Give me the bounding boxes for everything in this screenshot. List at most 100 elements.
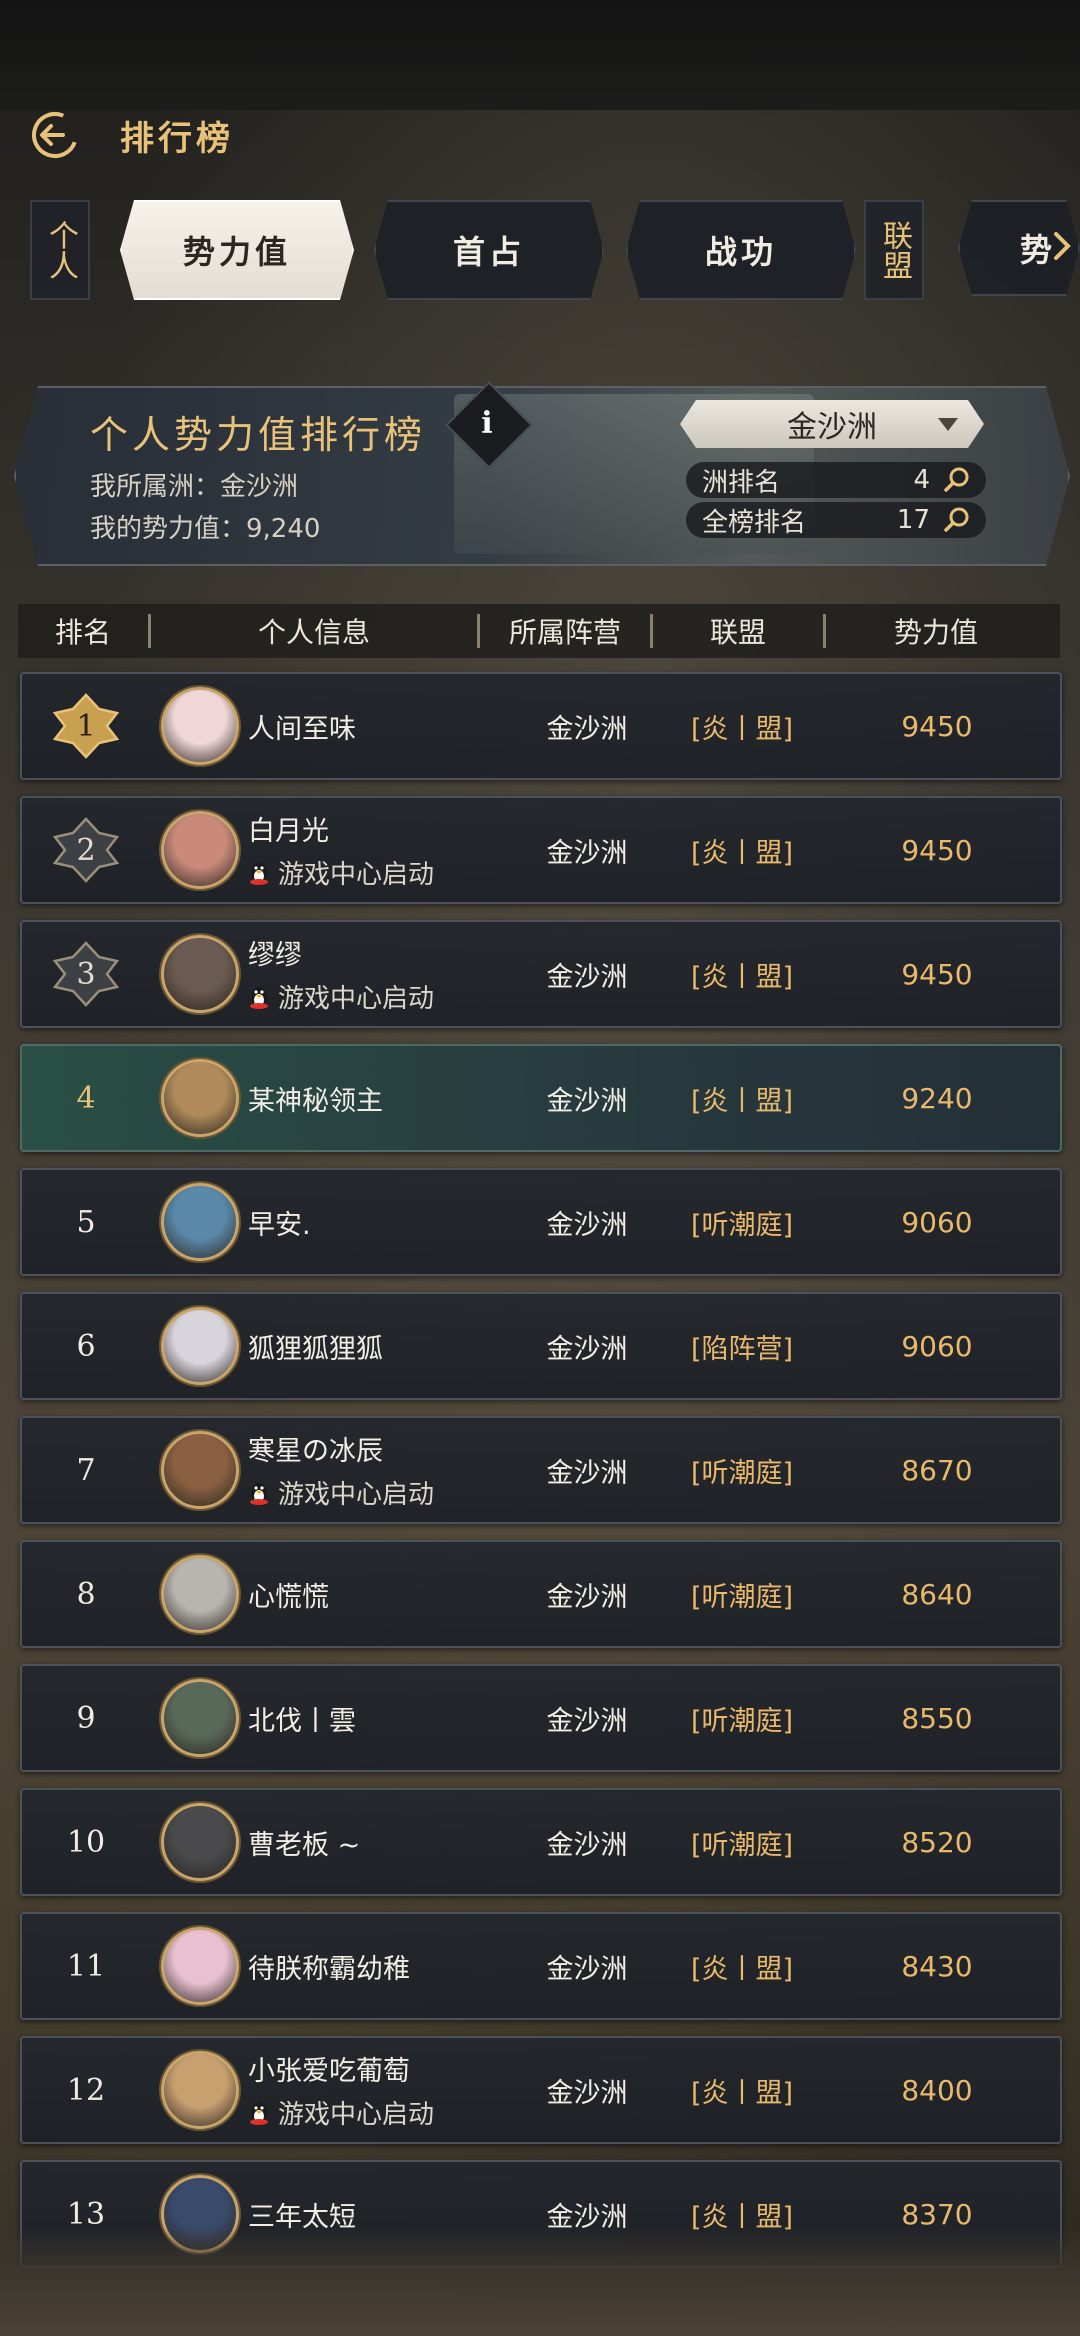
avatar[interactable] <box>161 1927 239 2005</box>
banner-title: 个人势力值排行榜 <box>90 413 427 457</box>
table-row[interactable]: 10 曹老板 ~ 金沙洲 [听潮庭] 8520 <box>20 1788 1062 1896</box>
rank-medal-icon: 1 <box>51 691 121 761</box>
avatar[interactable] <box>161 1431 239 1509</box>
table-row[interactable]: 1 人间至味 金沙洲 [炎丨盟] 9450 <box>20 672 1062 780</box>
avatar[interactable] <box>161 1679 239 1757</box>
rank-number: 12 <box>66 2072 106 2108</box>
tab-alliance[interactable]: 联盟 <box>864 200 924 300</box>
player-info-cell: 曹老板 ~ <box>248 1790 528 1894</box>
avatar[interactable] <box>161 1555 239 1633</box>
player-subtitle: 游戏中心启动 <box>248 978 434 1015</box>
chevron-right-icon[interactable] <box>1050 226 1074 266</box>
avatar[interactable] <box>161 687 239 765</box>
alliance-cell[interactable]: [听潮庭] <box>662 1170 822 1274</box>
player-name[interactable]: 寒星の冰辰 <box>248 1429 383 1468</box>
camp-cell: 金沙洲 <box>546 713 628 745</box>
header: 排行榜 <box>28 105 234 165</box>
rank-number: 6 <box>76 1328 96 1364</box>
player-info-cell: 某神秘领主 <box>248 1046 528 1150</box>
rank-cell: 11 <box>22 1914 150 2018</box>
table-row[interactable]: 8 心慌慌 金沙洲 [听潮庭] 8640 <box>20 1540 1062 1648</box>
alliance-cell[interactable]: [炎丨盟] <box>662 1914 822 2018</box>
avatar-cell <box>158 1790 242 1894</box>
alliance-cell[interactable]: [炎丨盟] <box>662 2038 822 2142</box>
avatar[interactable] <box>161 1803 239 1881</box>
power-cell: 9060 <box>901 1205 973 1239</box>
power-cell: 8670 <box>901 1453 973 1487</box>
global-rank-row[interactable]: 全榜排名 17 <box>686 502 986 538</box>
header-rank: 排名 <box>54 616 111 649</box>
rank-number: 7 <box>76 1452 96 1488</box>
avatar[interactable] <box>161 1059 239 1137</box>
rank-number: 3 <box>76 956 96 992</box>
player-name[interactable]: 白月光 <box>248 809 329 848</box>
alliance-cell[interactable]: [炎丨盟] <box>662 922 822 1026</box>
tab-bar: 个人 势力值 首占 战功 联盟 势 <box>0 196 1080 304</box>
avatar[interactable] <box>161 811 239 889</box>
player-info-cell: 早安. <box>248 1170 528 1274</box>
player-info-cell: 人间至味 <box>248 674 528 778</box>
rank-cell: 9 <box>22 1666 150 1770</box>
tab-first-capture[interactable]: 首占 <box>374 200 604 300</box>
player-name[interactable]: 北伐丨雲 <box>248 1699 356 1738</box>
alliance-cell[interactable]: [听潮庭] <box>662 1666 822 1770</box>
table-row[interactable]: 9 北伐丨雲 金沙洲 [听潮庭] 8550 <box>20 1664 1062 1772</box>
player-name[interactable]: 狐狸狐狸狐 <box>248 1327 383 1366</box>
tab-power[interactable]: 势力值 <box>120 200 354 300</box>
alliance-cell[interactable]: [炎丨盟] <box>662 798 822 902</box>
camp-cell: 金沙洲 <box>546 1457 628 1489</box>
bottom-fade <box>0 2226 1080 2336</box>
player-name[interactable]: 人间至味 <box>248 707 356 746</box>
zone-select[interactable]: 金沙洲 <box>680 400 984 448</box>
table-row[interactable]: 4 某神秘领主 金沙洲 [炎丨盟] 9240 <box>20 1044 1062 1152</box>
rank-cell: 2 <box>22 798 150 902</box>
global-rank-value: 17 <box>896 505 930 535</box>
camp-cell: 金沙洲 <box>546 1581 628 1613</box>
player-info-cell: 北伐丨雲 <box>248 1666 528 1770</box>
alliance-cell[interactable]: [听潮庭] <box>662 1418 822 1522</box>
zone-rank-row[interactable]: 洲排名 4 <box>686 462 986 498</box>
rank-number: 11 <box>66 1948 106 1984</box>
avatar[interactable] <box>161 1183 239 1261</box>
tab-personal[interactable]: 个人 <box>30 200 90 300</box>
zone-select-value: 金沙洲 <box>787 410 877 445</box>
avatar-cell <box>158 2038 242 2142</box>
rank-cell: 7 <box>22 1418 150 1522</box>
avatar[interactable] <box>161 2051 239 2129</box>
table-row[interactable]: 7 寒星の冰辰 游戏中心启动 金沙洲 [听潮庭] 8670 <box>20 1416 1062 1524</box>
tab-merit[interactable]: 战功 <box>626 200 856 300</box>
avatar[interactable] <box>161 1307 239 1385</box>
table-row[interactable]: 6 狐狸狐狸狐 金沙洲 [陷阵营] 9060 <box>20 1292 1062 1400</box>
player-name[interactable]: 待朕称霸幼稚 <box>248 1947 410 1986</box>
qq-penguin-icon <box>250 862 268 885</box>
alliance-cell[interactable]: [炎丨盟] <box>662 674 822 778</box>
header-power: 势力值 <box>893 616 978 649</box>
table-row[interactable]: 5 早安. 金沙洲 [听潮庭] 9060 <box>20 1168 1062 1276</box>
back-button[interactable] <box>28 108 82 162</box>
table-row[interactable]: 2 白月光 游戏中心启动 金沙洲 [炎丨盟] 9450 <box>20 796 1062 904</box>
player-name[interactable]: 某神秘领主 <box>248 1079 383 1118</box>
table-row[interactable]: 11 待朕称霸幼稚 金沙洲 [炎丨盟] 8430 <box>20 1912 1062 2020</box>
camp-cell: 金沙洲 <box>546 1209 628 1241</box>
power-cell: 9060 <box>901 1329 973 1363</box>
player-subtitle-text: 游戏中心启动 <box>278 2100 435 2130</box>
avatar[interactable] <box>161 935 239 1013</box>
player-name[interactable]: 缪缪 <box>248 933 302 972</box>
player-name[interactable]: 小张爱吃葡萄 <box>248 2049 410 2088</box>
alliance-cell[interactable]: [炎丨盟] <box>662 1046 822 1150</box>
player-name[interactable]: 心慌慌 <box>248 1575 329 1614</box>
player-name[interactable]: 早安. <box>248 1203 311 1242</box>
table-header: 排名 个人信息 所属阵营 联盟 势力值 <box>18 604 1060 658</box>
player-name[interactable]: 曹老板 ~ <box>248 1823 360 1862</box>
alliance-cell[interactable]: [陷阵营] <box>662 1294 822 1398</box>
player-info-cell: 缪缪 游戏中心启动 <box>248 922 528 1026</box>
header-info: 个人信息 <box>257 616 370 649</box>
camp-cell: 金沙洲 <box>546 961 628 993</box>
alliance-cell[interactable]: [听潮庭] <box>662 1542 822 1646</box>
table-row[interactable]: 12 小张爱吃葡萄 游戏中心启动 金沙洲 [炎丨盟] 8400 <box>20 2036 1062 2144</box>
camp-cell: 金沙洲 <box>546 1953 628 1985</box>
status-bar-area <box>0 0 1080 110</box>
player-info-cell: 寒星の冰辰 游戏中心启动 <box>248 1418 528 1522</box>
table-row[interactable]: 3 缪缪 游戏中心启动 金沙洲 [炎丨盟] 9450 <box>20 920 1062 1028</box>
alliance-cell[interactable]: [听潮庭] <box>662 1790 822 1894</box>
